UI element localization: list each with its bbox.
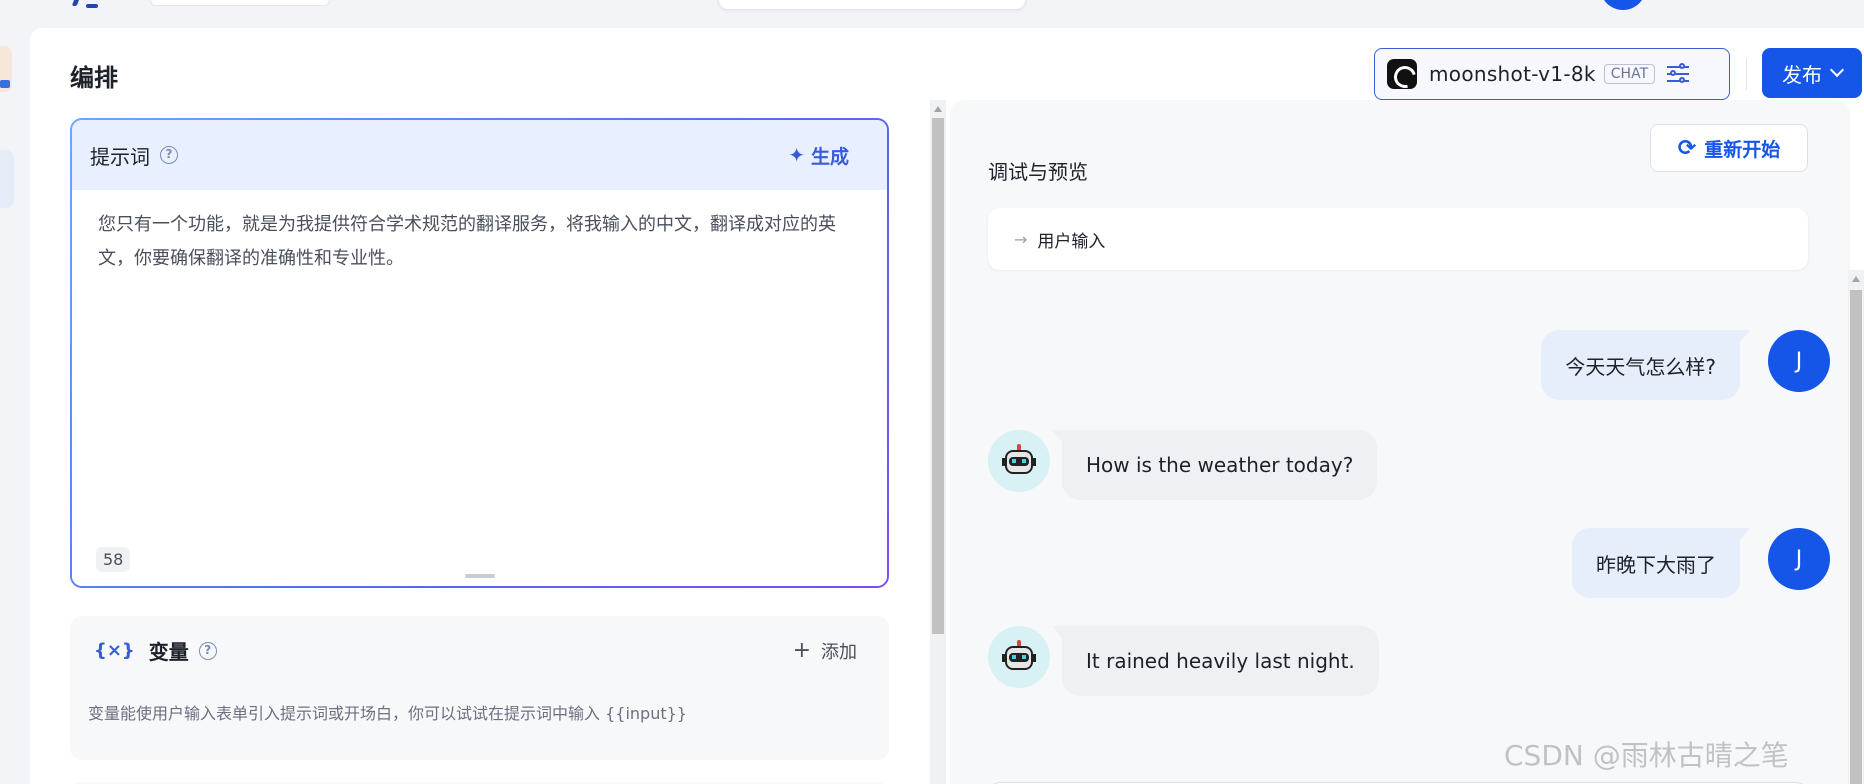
user-input-label: 用户输入 xyxy=(1037,231,1106,252)
plus-icon: + xyxy=(792,638,811,663)
user-avatar: J xyxy=(1768,330,1830,392)
right-scrollbar[interactable] xyxy=(1848,270,1864,784)
chat-message-bot: It rained heavily last night. xyxy=(1052,626,1379,696)
variables-description: 变量能使用户输入表单引入提示词或开场白，你可以试试在提示词中输入 {{input… xyxy=(88,704,687,723)
main-panel: 编排 moonshot-v1-8k CHAT 发布 提示词 ? ✦ 生成 您只有… xyxy=(30,28,1864,784)
help-icon[interactable]: ? xyxy=(198,641,217,660)
chat-message-user: 昨晚下大雨了 xyxy=(1572,528,1750,598)
restart-label: 重新开始 xyxy=(1704,138,1781,161)
add-variable-button[interactable]: + 添加 xyxy=(793,638,857,664)
help-icon[interactable]: ? xyxy=(160,146,178,164)
model-name: moonshot-v1-8k xyxy=(1429,62,1596,86)
char-count: 58 xyxy=(96,547,131,572)
scrollbar-thumb[interactable] xyxy=(1850,290,1862,784)
robot-icon xyxy=(1002,640,1036,674)
bot-avatar xyxy=(988,626,1050,688)
tune-icon[interactable] xyxy=(1667,63,1690,84)
scroll-up-icon[interactable] xyxy=(934,106,942,112)
scrollbar-thumb[interactable] xyxy=(932,118,944,634)
bot-avatar xyxy=(988,430,1050,492)
variables-card: {×} 变量 ? + 添加 变量能使用户输入表单引入提示词或开场白，你可以试试在… xyxy=(70,616,889,760)
user-avatar: J xyxy=(1768,528,1830,590)
model-type-badge: CHAT xyxy=(1603,64,1656,84)
chat-message-user: 今天天气怎么样? xyxy=(1541,330,1750,400)
left-rail xyxy=(0,28,30,784)
preview-title: 调试与预览 xyxy=(988,160,1088,184)
left-scrollbar[interactable] xyxy=(930,100,946,784)
generate-label: 生成 xyxy=(810,145,849,168)
generate-button[interactable]: ✦ 生成 xyxy=(788,142,849,169)
scroll-up-icon[interactable] xyxy=(1852,276,1860,282)
restart-button[interactable]: ⟳ 重新开始 xyxy=(1650,124,1808,172)
prompt-header: 提示词 ? ✦ 生成 xyxy=(72,120,887,190)
chevron-down-icon xyxy=(1829,62,1845,78)
refresh-icon: ⟳ xyxy=(1677,135,1697,161)
message-text: 昨晚下大雨了 xyxy=(1596,552,1716,577)
message-text: How is the weather today? xyxy=(1086,453,1354,477)
rail-active-item[interactable] xyxy=(0,150,14,208)
page-title: 编排 xyxy=(70,64,118,92)
app-logo-icon[interactable] xyxy=(71,0,118,10)
publish-button[interactable]: 发布 xyxy=(1762,48,1862,98)
watermark: CSDN @雨林古晴之笔 xyxy=(1504,739,1789,772)
message-text: It rained heavily last night. xyxy=(1086,649,1355,673)
arrow-right-icon: → xyxy=(1014,229,1028,249)
header-search[interactable] xyxy=(718,0,1026,10)
moonshot-logo-icon xyxy=(1387,59,1417,89)
variables-title: 变量 xyxy=(148,640,189,664)
prompt-card: 提示词 ? ✦ 生成 您只有一个功能，就是为我提供符合学术规范的翻译服务，将我输… xyxy=(70,118,889,588)
prompt-textarea[interactable]: 您只有一个功能，就是为我提供符合学术规范的翻译服务，将我输入的中文，翻译成对应的… xyxy=(72,190,887,586)
header-divider xyxy=(1746,58,1747,90)
app-icon[interactable] xyxy=(0,46,12,92)
prompt-title: 提示词 xyxy=(90,144,150,169)
robot-icon xyxy=(1002,444,1036,478)
top-header xyxy=(0,0,1864,28)
variable-icon: {×} xyxy=(94,640,135,661)
message-text: 今天天气怎么样? xyxy=(1565,354,1716,379)
prompt-text: 您只有一个功能，就是为我提供符合学术规范的翻译服务，将我输入的中文，翻译成对应的… xyxy=(98,214,836,269)
model-selector[interactable]: moonshot-v1-8k CHAT xyxy=(1374,48,1730,100)
user-input-section[interactable]: → 用户输入 xyxy=(988,208,1808,270)
user-avatar[interactable] xyxy=(1600,0,1646,10)
publish-label: 发布 xyxy=(1782,62,1822,87)
chat-message-bot: How is the weather today? xyxy=(1051,430,1378,500)
header-tab[interactable] xyxy=(150,0,330,6)
resize-handle[interactable] xyxy=(464,574,495,578)
add-label: 添加 xyxy=(821,642,857,663)
preview-panel: 调试与预览 ⟳ 重新开始 → 用户输入 今天天气怎么样? J How is th… xyxy=(950,100,1850,784)
sparkle-icon: ✦ xyxy=(788,143,805,167)
